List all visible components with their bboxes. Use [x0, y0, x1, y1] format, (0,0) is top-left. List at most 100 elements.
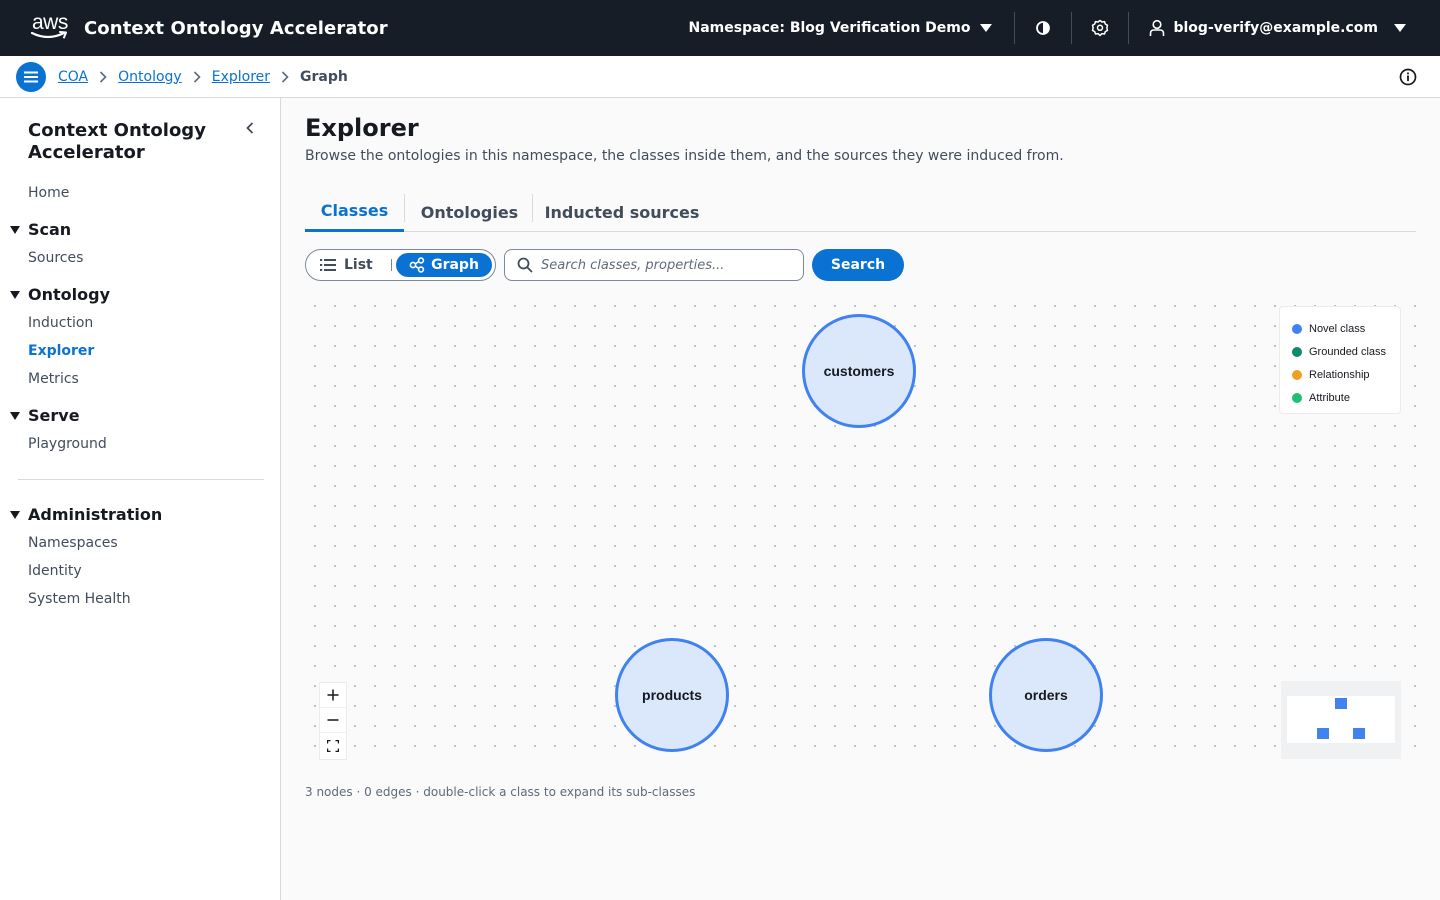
tab-divider — [404, 194, 405, 222]
caret-down-icon — [10, 510, 20, 519]
user-icon — [1150, 19, 1165, 36]
breadcrumb-link-ontology[interactable]: Ontology — [118, 69, 182, 85]
hamburger-icon — [24, 71, 38, 82]
section-label: Scan — [28, 220, 72, 239]
legend-dot-grounded — [1292, 346, 1302, 357]
sidebar-section-scan[interactable]: Scan — [10, 220, 71, 239]
breadcrumb-current: Graph — [300, 68, 348, 85]
search-input[interactable] — [541, 257, 781, 273]
breadcrumb-link-explorer[interactable]: Explorer — [212, 69, 270, 85]
main-content: Explorer Browse the ontologies in this n… — [281, 98, 1440, 900]
app-title: Context Ontology Accelerator — [84, 17, 388, 39]
sidebar-item-identity[interactable]: Identity — [28, 563, 82, 579]
namespace-selector[interactable]: Namespace: Blog Verification Demo — [689, 20, 1015, 36]
settings-button[interactable] — [1072, 0, 1128, 56]
zoom-in-button[interactable] — [320, 683, 346, 708]
graph-legend: Novel class Grounded class Relationship … — [1279, 306, 1401, 414]
section-label: Ontology — [28, 285, 110, 304]
legend-label: Grounded class — [1309, 345, 1387, 358]
gear-icon — [1092, 19, 1109, 37]
share-graph-icon — [409, 257, 425, 273]
namespace-label: Namespace: Blog Verification Demo — [688, 20, 971, 36]
graph-node-customers[interactable]: customers — [802, 314, 916, 428]
search-icon — [517, 257, 533, 273]
sidebar-item-namespaces[interactable]: Namespaces — [28, 535, 118, 551]
sidebar-item-home[interactable]: Home — [28, 185, 69, 201]
legend-dot-attribute — [1292, 392, 1302, 403]
chevron-right-icon — [99, 70, 107, 83]
sidebar-item-system-health[interactable]: System Health — [28, 591, 131, 607]
minimap-node — [1317, 728, 1329, 739]
view-mode-toggle: List Graph — [305, 249, 496, 281]
legend-label: Attribute — [1309, 391, 1350, 404]
caret-down-icon — [10, 290, 20, 299]
view-list-label: List — [344, 257, 373, 273]
aws-smile-icon — [30, 31, 67, 39]
aws-logo: aws — [30, 11, 74, 42]
breadcrumb-bar: COA Ontology Explorer Graph — [0, 56, 1440, 98]
chevron-left-icon — [246, 122, 254, 134]
minimap-viewport — [1287, 696, 1395, 743]
sidebar-item-induction[interactable]: Induction — [28, 315, 93, 331]
graph-status-text: 3 nodes · 0 edges · double-click a class… — [305, 785, 696, 799]
view-graph-label: Graph — [431, 257, 479, 273]
sidebar-item-metrics[interactable]: Metrics — [28, 371, 79, 387]
user-email: blog-verify@example.com — [1173, 20, 1378, 36]
user-menu[interactable]: blog-verify@example.com — [1129, 19, 1440, 37]
sidebar-item-playground[interactable]: Playground — [28, 436, 107, 452]
minimap-node — [1335, 698, 1347, 709]
tab-bar: Classes Ontologies Inducted sources — [305, 192, 1416, 232]
legend-item: Relationship — [1292, 363, 1400, 386]
tab-inducted-sources[interactable]: Inducted sources — [537, 192, 707, 232]
legend-item: Novel class — [1292, 317, 1400, 340]
zoom-out-button[interactable] — [320, 708, 346, 733]
search-button[interactable]: Search — [812, 249, 904, 281]
fit-view-button[interactable] — [320, 733, 346, 758]
section-label: Serve — [28, 406, 80, 425]
page-description: Browse the ontologies in this namespace,… — [305, 148, 1064, 164]
tab-classes[interactable]: Classes — [305, 192, 404, 232]
sidebar-section-serve[interactable]: Serve — [10, 406, 80, 425]
graph-minimap[interactable] — [1281, 681, 1401, 759]
caret-down-icon — [980, 24, 993, 32]
caret-down-icon — [10, 411, 20, 420]
minimap-node — [1353, 728, 1365, 739]
breadcrumb: COA Ontology Explorer Graph — [58, 69, 348, 85]
plus-icon — [327, 689, 339, 701]
chevron-right-icon — [281, 70, 289, 83]
minus-icon — [327, 719, 339, 721]
graph-node-products[interactable]: products — [615, 638, 729, 752]
sidebar-divider — [18, 479, 264, 480]
menu-toggle-button[interactable] — [16, 61, 46, 92]
tab-divider — [532, 194, 533, 222]
breadcrumb-link-coa[interactable]: COA — [58, 69, 88, 85]
top-navigation-bar: aws Context Ontology Accelerator Namespa… — [0, 0, 1440, 56]
legend-dot-novel — [1292, 323, 1302, 334]
collapse-sidebar-button[interactable] — [242, 120, 258, 136]
view-graph-button[interactable]: Graph — [396, 253, 492, 277]
legend-label: Novel class — [1309, 322, 1366, 335]
side-nav-title: Context Ontology Accelerator — [28, 120, 206, 163]
theme-toggle-button[interactable] — [1015, 0, 1071, 56]
search-field — [504, 249, 804, 281]
fit-view-icon — [327, 739, 339, 752]
view-list-button[interactable]: List — [320, 250, 373, 280]
caret-down-icon — [1394, 24, 1406, 32]
list-icon — [320, 259, 336, 271]
graph-canvas[interactable]: customers products orders Novel class Gr… — [305, 296, 1416, 762]
segment-divider — [391, 259, 392, 271]
graph-node-orders[interactable]: orders — [989, 638, 1103, 752]
sidebar-section-administration[interactable]: Administration — [10, 505, 162, 524]
sidebar-section-ontology[interactable]: Ontology — [10, 285, 110, 304]
page-title: Explorer — [305, 114, 419, 142]
legend-item: Grounded class — [1292, 340, 1400, 363]
sidebar-item-explorer[interactable]: Explorer — [28, 343, 94, 359]
sidebar-item-sources[interactable]: Sources — [28, 250, 83, 266]
legend-item: Attribute — [1292, 386, 1400, 409]
info-icon — [1399, 68, 1417, 86]
chevron-right-icon — [193, 70, 201, 83]
tab-ontologies[interactable]: Ontologies — [410, 192, 529, 232]
brand[interactable]: aws Context Ontology Accelerator — [30, 11, 388, 42]
info-button[interactable] — [1398, 67, 1418, 87]
contrast-icon — [1036, 21, 1051, 35]
